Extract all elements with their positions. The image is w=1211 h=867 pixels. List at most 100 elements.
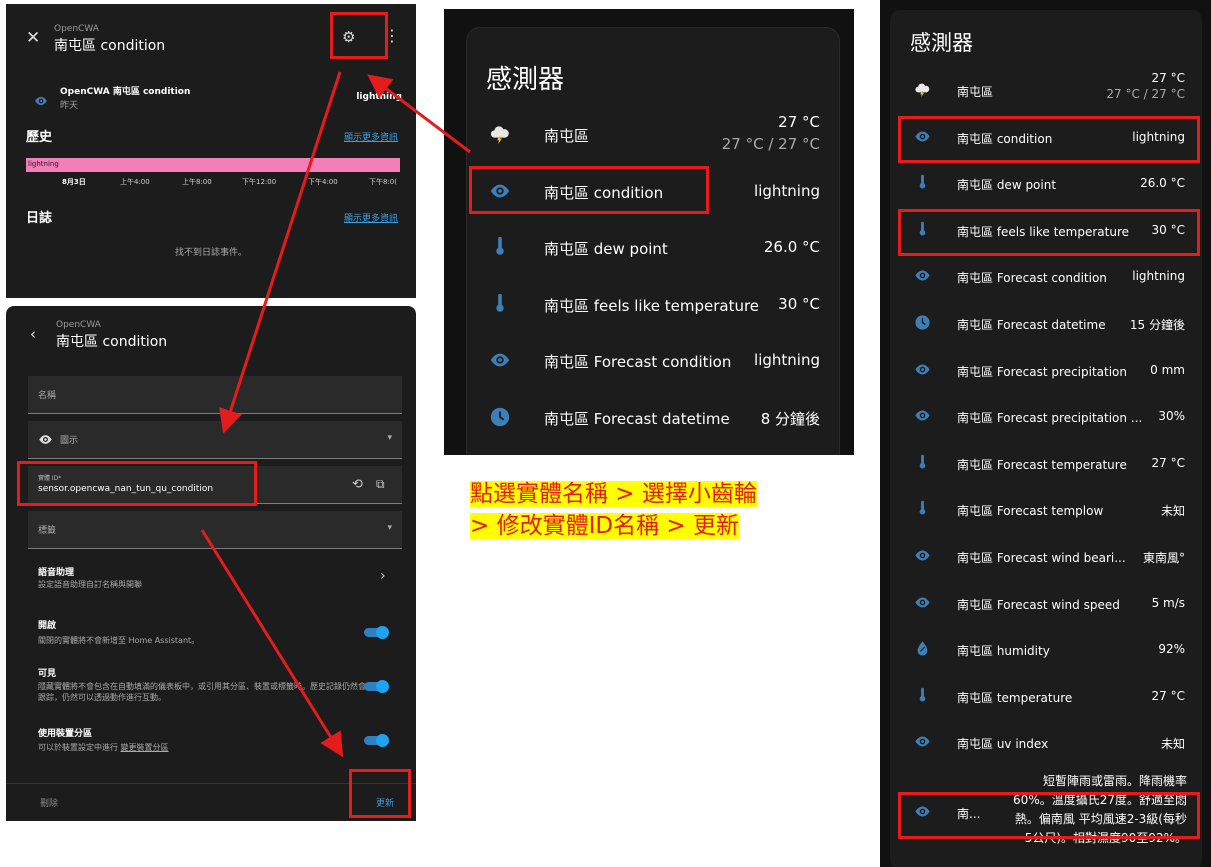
sensor-name: 南屯區 Forecast templow [957, 504, 1104, 519]
sensor-row[interactable]: 南屯區 Forecast datetime 8 分鐘後 [444, 396, 854, 436]
visible-toggle[interactable] [364, 680, 389, 693]
delete-button[interactable]: 刪除 [40, 796, 58, 809]
thermometer-icon [919, 501, 926, 515]
sensor-row[interactable]: 南屯區 Forecast precipitation 0 mm [880, 355, 1211, 385]
history-tick: 下午12:00 [242, 178, 277, 186]
area-toggle[interactable] [364, 734, 389, 747]
entity-name: OpenCWA 南屯區 condition [60, 87, 191, 97]
icon-field-label: 圖示 [60, 436, 79, 446]
sensor-row[interactable]: 南屯區 temperature 27 °C [880, 681, 1211, 711]
visible-desc: 隱藏實體將不會包含在自動填滿的儀表板中，或引用其分區、裝置或標籤時。歷史記錄仍然… [38, 682, 366, 702]
copy-icon[interactable]: ⧉ [376, 477, 385, 492]
history-more-link[interactable]: 顯示更多資訊 [344, 130, 398, 143]
highlight-full-condition [898, 116, 1200, 163]
weather-lightning-icon [915, 83, 930, 98]
name-field[interactable]: 名稱 [28, 376, 402, 414]
sensor-value: 30 °C [778, 294, 820, 313]
area-desc: 可以於裝置設定中進行 變更裝置分區 [38, 743, 169, 752]
sensor-row[interactable]: 南屯區 27 °C 27 °C / 27 °C [444, 113, 854, 153]
card-title: 感測器 [910, 31, 973, 55]
sensor-row[interactable]: 南屯區 Forecast datetime 15 分鐘後 [880, 308, 1211, 338]
eye-icon [39, 435, 52, 444]
caption-line2: > 修改實體ID名稱 > 更新 [470, 513, 739, 539]
back-icon[interactable]: ‹ [30, 325, 36, 343]
enabled-toggle[interactable] [364, 626, 389, 639]
sensor-name: 南屯區 Forecast precipitation ... [957, 411, 1143, 426]
sensor-range: 27 °C / 27 °C [1106, 87, 1185, 101]
sensor-row[interactable]: 南屯區 Forecast condition lightning [444, 339, 854, 379]
history-tick: 下午8:0( [369, 178, 397, 186]
visible-title: 可見 [38, 669, 57, 679]
history-tick: 下午4:00 [308, 178, 338, 186]
sensor-name: 南屯區 Forecast wind speed [957, 597, 1120, 612]
sensor-name: 南屯區 Forecast precipitation [957, 364, 1128, 379]
chevron-down-icon: ▾ [387, 523, 392, 533]
icon-field[interactable]: 圖示 ▾ [28, 421, 402, 459]
sensor-row[interactable]: 南屯區 Forecast wind speed 5 m/s [880, 588, 1211, 618]
sensor-row[interactable]: 南屯區 uv index 未知 [880, 727, 1211, 757]
sensor-row[interactable]: 南屯區 Forecast precipitation ... 30% [880, 401, 1211, 431]
weather-lightning-icon [490, 126, 509, 145]
history-tick: 上午4:00 [120, 178, 150, 186]
history-tick: 8月3日 [62, 178, 86, 186]
area-link[interactable]: 變更裝置分區 [121, 743, 169, 752]
sensor-name: 南屯區 Forecast datetime [544, 409, 730, 428]
sensor-value: lightning [1132, 269, 1185, 284]
sensor-row[interactable]: 南屯區 Forecast temperature 27 °C [880, 448, 1211, 478]
highlight-update [349, 769, 411, 818]
sensor-name: 南屯區 temperature [957, 690, 1073, 705]
sensor-value: lightning [754, 181, 820, 200]
sensor-name: 南屯區 Forecast datetime [957, 318, 1106, 332]
logbook-empty-text: 找不到日誌事件。 [174, 248, 247, 258]
history-bar-label: lightning [28, 160, 59, 168]
sensor-name: 南屯區 humidity [957, 644, 1050, 659]
history-bar[interactable]: lightning [26, 158, 400, 172]
sensor-card-zoom: 感測器 南屯區 27 °C 27 °C / 27 °C 南屯區 condition li… [444, 9, 854, 455]
area-title: 使用裝置分區 [38, 729, 93, 739]
restore-icon[interactable]: ⟲ [352, 477, 363, 492]
sensor-name: 南屯區 Forecast temperature [957, 457, 1127, 472]
sensor-name: 南屯區 dew point [544, 240, 668, 258]
chevron-right-icon[interactable]: › [380, 568, 386, 584]
eye-icon [915, 270, 930, 281]
sensor-row[interactable]: 南屯區 Forecast wind beari... 東南風° [880, 541, 1211, 571]
eye-icon [915, 364, 930, 375]
thermometer-icon [919, 454, 926, 469]
sensor-value: 5 m/s [1151, 595, 1185, 610]
sensor-value: 27 °C [778, 113, 820, 131]
sensor-value: 8 分鐘後 [760, 409, 820, 428]
sensor-value: 未知 [1160, 504, 1185, 519]
eye-icon [915, 410, 930, 421]
sensor-value: 0 mm [1150, 362, 1185, 377]
sensor-row[interactable]: 南屯區 Forecast condition lightning [880, 261, 1211, 291]
sensor-row[interactable]: 南屯區 humidity 92% [880, 634, 1211, 664]
voice-title[interactable]: 語音助理 [38, 565, 74, 578]
thermometer-icon [919, 174, 926, 189]
entity-settings-dialog: ‹ OpenCWA 南屯區 condition 名稱 圖示 ▾ 實體 ID* s… [6, 306, 416, 821]
sensor-value: 東南風° [1142, 551, 1185, 565]
close-icon[interactable]: ✕ [26, 28, 40, 48]
sensor-value: 未知 [1160, 737, 1185, 752]
logbook-more-link[interactable]: 顯示更多資訊 [344, 211, 398, 224]
eye-icon [915, 736, 930, 747]
sensor-value: 30% [1158, 409, 1185, 424]
sensor-row[interactable]: 南屯區 dew point 26.0 °C [880, 168, 1211, 198]
sensor-range: 27 °C / 27 °C [721, 135, 820, 153]
sensor-name: 南屯區 uv index [957, 737, 1049, 752]
logbook-title: 日誌 [26, 211, 53, 226]
sensor-row[interactable]: 南屯區 Forecast templow 未知 [880, 494, 1211, 524]
highlight-gear [330, 12, 388, 59]
labels-field[interactable]: 標籤 ▾ [28, 511, 402, 549]
eye-icon [490, 353, 510, 367]
thermometer-icon [919, 687, 926, 702]
sensor-name: 南屯區 Forecast condition [957, 271, 1107, 286]
chevron-down-icon: ▾ [387, 433, 392, 443]
sensor-value: lightning [754, 351, 820, 369]
sensor-name: 南屯區 dew point [957, 178, 1057, 193]
sensor-row[interactable]: 南屯區 27 °C 27 °C / 27 °C [880, 71, 1211, 105]
sensor-row[interactable]: 南屯區 dew point 26.0 °C [444, 226, 854, 266]
highlight-entity-id [17, 461, 257, 506]
sensor-name: 南屯區 Forecast condition [544, 353, 732, 371]
sensor-value: 15 分鐘後 [1129, 318, 1185, 332]
sensor-row[interactable]: 南屯區 feels like temperature 30 °C [444, 283, 854, 323]
